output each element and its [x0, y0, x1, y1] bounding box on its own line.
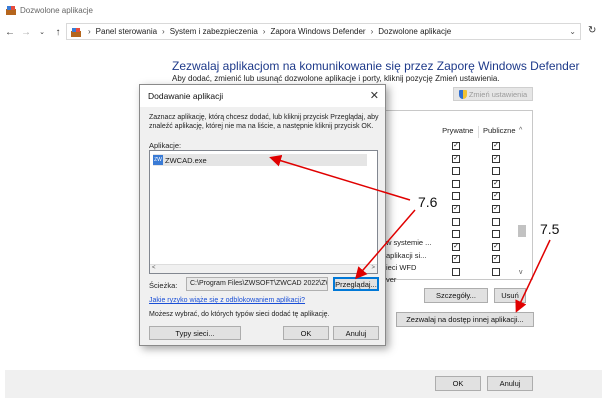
- dialog-ok-button[interactable]: OK: [283, 326, 329, 340]
- firewall-app-icon: [6, 5, 16, 15]
- scroll-left-icon[interactable]: <: [152, 265, 156, 271]
- column-private[interactable]: Prywatne: [437, 126, 479, 138]
- breadcrumb-control-panel[interactable]: Panel sterowania: [96, 27, 157, 36]
- private-checkbox[interactable]: [452, 230, 460, 239]
- private-checkbox[interactable]: ✓: [452, 255, 460, 264]
- public-checkbox[interactable]: ✓: [492, 205, 500, 213]
- private-checkbox[interactable]: ✓: [452, 205, 460, 213]
- private-checkbox[interactable]: [452, 217, 460, 226]
- window-title: Dozwolone aplikacje: [20, 5, 93, 15]
- breadcrumb-system-security[interactable]: System i zabezpieczenia: [170, 27, 258, 36]
- app-row-label: aplikacji si...: [386, 251, 427, 260]
- uac-shield-icon: [458, 89, 467, 99]
- change-settings-label: Zmień ustawienia: [468, 89, 528, 99]
- recent-locations-chevron-icon[interactable]: ⌄: [36, 28, 48, 36]
- public-checkbox[interactable]: ✓: [492, 192, 500, 201]
- page-description: Aby dodać, zmienić lub usunąć dozwolone …: [172, 74, 500, 83]
- address-toolbar: ← → ⌄ ↑ › Panel sterowania › System i za…: [0, 22, 605, 42]
- horizontal-scrollbar[interactable]: < >: [150, 264, 377, 273]
- public-checkbox[interactable]: ✓: [492, 242, 500, 251]
- public-checkbox[interactable]: ✓: [492, 142, 500, 150]
- app-row-label: ieci WFD: [386, 263, 417, 272]
- network-types-button[interactable]: Typy sieci...: [149, 326, 241, 340]
- change-settings-button[interactable]: Zmień ustawienia: [453, 87, 533, 101]
- address-dropdown-icon[interactable]: ⌄: [569, 27, 576, 36]
- public-checkbox[interactable]: [492, 167, 500, 176]
- breadcrumb-firewall[interactable]: Zapora Windows Defender: [270, 27, 365, 36]
- public-checkbox[interactable]: ✓: [492, 179, 500, 188]
- breadcrumb-allowed-apps[interactable]: Dozwolone aplikacje: [378, 27, 451, 36]
- public-checkbox[interactable]: [492, 268, 500, 276]
- column-public[interactable]: Publiczne: [479, 126, 521, 138]
- scroll-down-icon[interactable]: v: [519, 269, 523, 276]
- browse-button[interactable]: Przeglądaj...: [333, 277, 379, 291]
- private-checkbox[interactable]: [452, 268, 460, 276]
- allow-other-app-button[interactable]: Zezwalaj na dostęp innej aplikacji...: [396, 312, 534, 327]
- list-item[interactable]: ZW ZWCAD.exe: [153, 154, 367, 166]
- address-bar[interactable]: › Panel sterowania › System i zabezpiecz…: [66, 23, 581, 40]
- control-panel-icon: [71, 27, 81, 37]
- private-checkbox[interactable]: ✓: [452, 154, 460, 163]
- app-row-label: w systemie ...: [386, 238, 432, 247]
- window-titlebar: Dozwolone aplikacje: [0, 0, 605, 20]
- apps-listbox[interactable]: ZW ZWCAD.exe < >: [149, 150, 378, 274]
- path-field[interactable]: C:\Program Files\ZWSOFT\ZWCAD 2022\ZWC: [186, 277, 328, 291]
- dialog-intro: Zaznacz aplikację, którą chcesz dodać, l…: [149, 114, 379, 130]
- close-icon[interactable]: ✕: [370, 89, 379, 102]
- annotation-label: 7.6: [418, 194, 438, 210]
- back-arrow-icon[interactable]: ←: [4, 27, 16, 38]
- private-checkbox[interactable]: [452, 167, 460, 176]
- app-name: ZWCAD.exe: [165, 155, 207, 165]
- dialog-title: Dodawanie aplikacji: [148, 91, 224, 101]
- breadcrumb-chevron-icon: ›: [370, 27, 374, 36]
- app-row-label: ver: [386, 275, 397, 284]
- scrollbar-thumb[interactable]: [518, 225, 526, 237]
- refresh-icon[interactable]: ↻: [588, 25, 596, 36]
- column-divider: [478, 126, 479, 138]
- public-checkbox[interactable]: [492, 217, 500, 226]
- scroll-right-icon[interactable]: >: [371, 265, 375, 271]
- public-checkbox[interactable]: [492, 230, 500, 239]
- apps-label: Aplikacje:: [149, 141, 182, 150]
- private-checkbox[interactable]: [452, 179, 460, 188]
- add-app-dialog: Dodawanie aplikacji ✕ Zaznacz aplikację,…: [139, 84, 386, 346]
- ok-button[interactable]: OK: [435, 376, 481, 391]
- page-title: Zezwalaj aplikacjom na komunikowanie się…: [172, 59, 580, 73]
- scroll-up-icon[interactable]: ^: [519, 127, 522, 134]
- breadcrumb-chevron-icon: ›: [88, 27, 91, 36]
- private-checkbox[interactable]: ✓: [452, 142, 460, 150]
- exe-file-icon: ZW: [153, 155, 163, 165]
- cancel-button[interactable]: Anuluj: [487, 376, 533, 391]
- dialog-cancel-button[interactable]: Anuluj: [333, 326, 379, 340]
- up-arrow-icon[interactable]: ↑: [52, 27, 64, 38]
- private-checkbox[interactable]: [452, 192, 460, 201]
- allowed-apps-header: Prywatne Publiczne: [437, 126, 520, 138]
- breadcrumb-chevron-icon: ›: [162, 27, 165, 36]
- annotation-label: 7.5: [540, 221, 560, 237]
- risk-help-link[interactable]: Jakie ryzyko wiąże się z odblokowaniem a…: [149, 297, 305, 304]
- forward-arrow-icon[interactable]: →: [20, 27, 32, 38]
- dialog-titlebar: Dodawanie aplikacji ✕: [140, 85, 385, 107]
- remove-button[interactable]: Usuń: [494, 288, 526, 303]
- public-checkbox[interactable]: ✓: [492, 255, 500, 264]
- network-types-text: Możesz wybrać, do których typów sieci do…: [149, 311, 330, 318]
- path-label: Ścieżka:: [149, 281, 178, 290]
- breadcrumb-chevron-icon: ›: [262, 27, 266, 36]
- private-checkbox[interactable]: ✓: [452, 242, 460, 251]
- details-button[interactable]: Szczegóły...: [424, 288, 488, 303]
- public-checkbox[interactable]: ✓: [492, 154, 500, 163]
